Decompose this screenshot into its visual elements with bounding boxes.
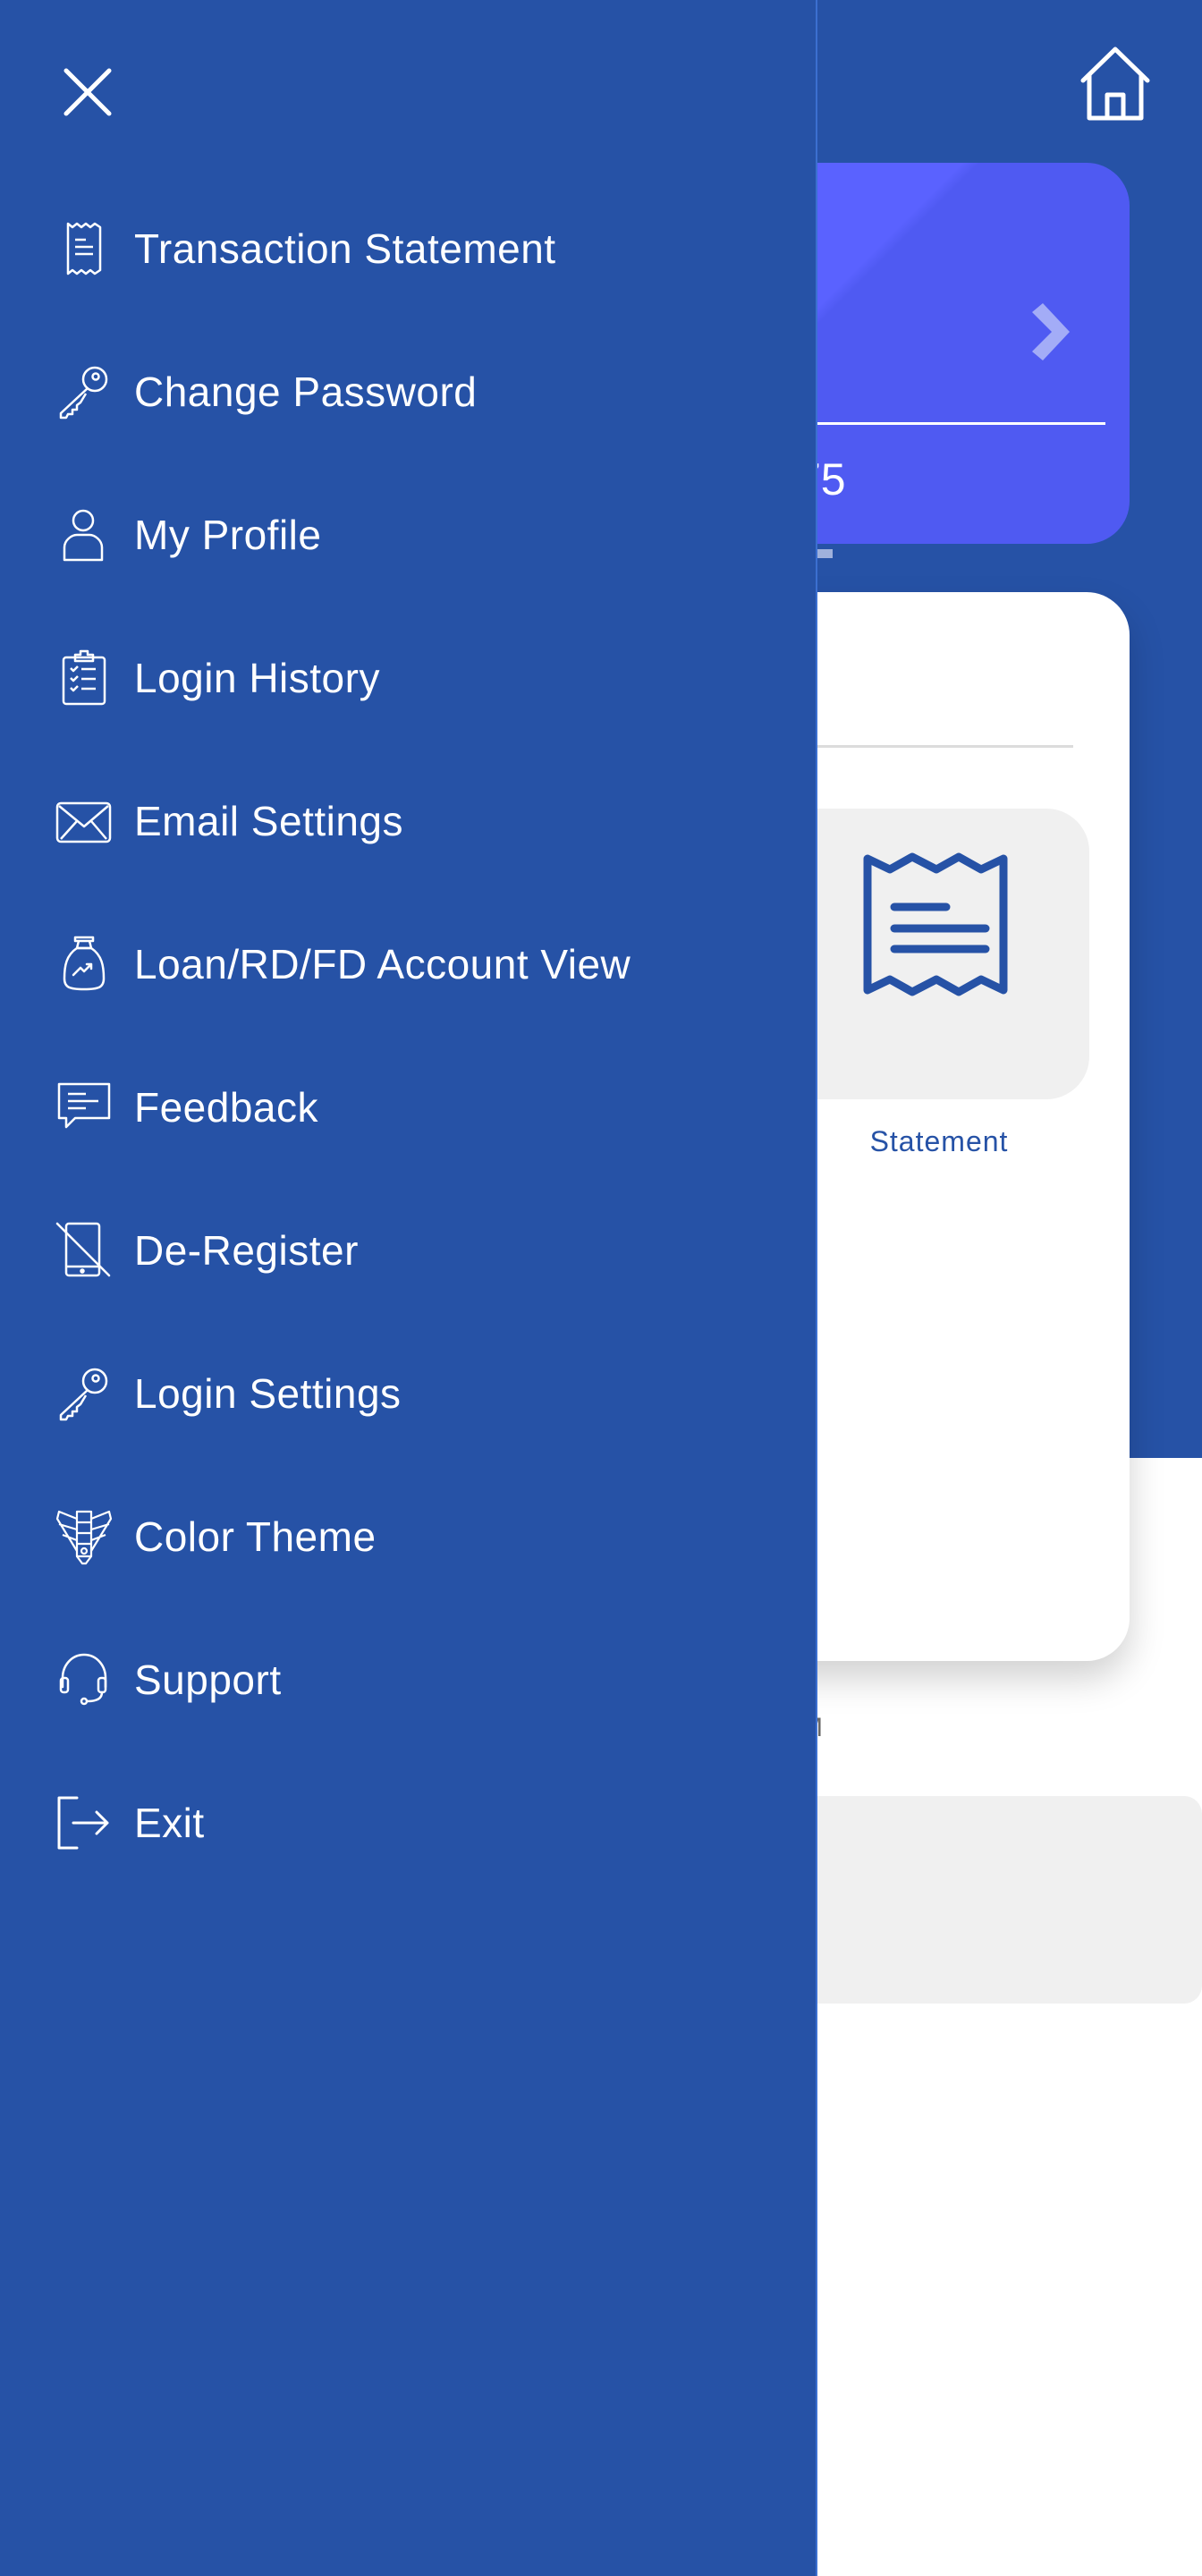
menu-label: Loan/RD/FD Account View [134, 941, 631, 987]
menu-item-feedback[interactable]: Feedback [0, 1036, 816, 1179]
menu-label: Feedback [134, 1084, 319, 1131]
close-icon [63, 68, 112, 116]
menu-label: Email Settings [134, 798, 404, 844]
navigation-drawer: Transaction Statement Change Password My… [0, 0, 817, 2576]
carousel-indicator[interactable] [817, 549, 833, 558]
chevron-right-icon [1032, 303, 1070, 360]
menu-label: My Profile [134, 512, 322, 558]
menu-item-my-profile[interactable]: My Profile [0, 463, 816, 606]
chat-bubble-icon [57, 1082, 111, 1129]
phone-off-icon [55, 1222, 111, 1277]
menu-item-transaction-statement[interactable]: Transaction Statement [0, 177, 816, 320]
envelope-icon [55, 801, 112, 843]
info-panel [787, 1796, 1202, 2004]
menu-item-loan-rd-fd-account-view[interactable]: Loan/RD/FD Account View [0, 893, 816, 1036]
close-drawer-button[interactable] [63, 67, 113, 117]
color-swatch-icon [55, 1510, 113, 1565]
menu-item-exit[interactable]: Exit [0, 1751, 816, 1894]
menu-item-change-password[interactable]: Change Password [0, 320, 816, 463]
home-icon [1080, 47, 1150, 121]
menu-item-de-register[interactable]: De-Register [0, 1179, 816, 1322]
menu-label: Login History [134, 655, 380, 701]
menu-item-support[interactable]: Support [0, 1608, 816, 1751]
key-icon [59, 366, 108, 419]
menu-label: Color Theme [134, 1513, 377, 1560]
menu-label: Exit [134, 1800, 205, 1846]
statement-tile-label: Statement [869, 1125, 1009, 1157]
home-button[interactable] [1078, 45, 1153, 123]
money-bag-icon [63, 936, 106, 991]
menu-label: Transaction Statement [134, 225, 556, 272]
menu-label: Login Settings [134, 1370, 402, 1417]
menu-label: De-Register [134, 1227, 359, 1274]
drawer-menu: Transaction Statement Change Password My… [0, 177, 816, 1894]
exit-icon [57, 1796, 109, 1850]
receipt-icon [66, 222, 102, 275]
menu-item-color-theme[interactable]: Color Theme [0, 1465, 816, 1608]
menu-label: Change Password [134, 369, 478, 415]
key-icon [59, 1368, 108, 1421]
headset-icon [59, 1653, 107, 1706]
receipt-icon [863, 852, 1008, 996]
user-icon [63, 509, 104, 562]
menu-item-login-settings[interactable]: Login Settings [0, 1322, 816, 1465]
menu-item-email-settings[interactable]: Email Settings [0, 750, 816, 893]
menu-label: Support [134, 1657, 282, 1703]
clipboard-checklist-icon [62, 649, 106, 706]
menu-item-login-history[interactable]: Login History [0, 606, 816, 750]
